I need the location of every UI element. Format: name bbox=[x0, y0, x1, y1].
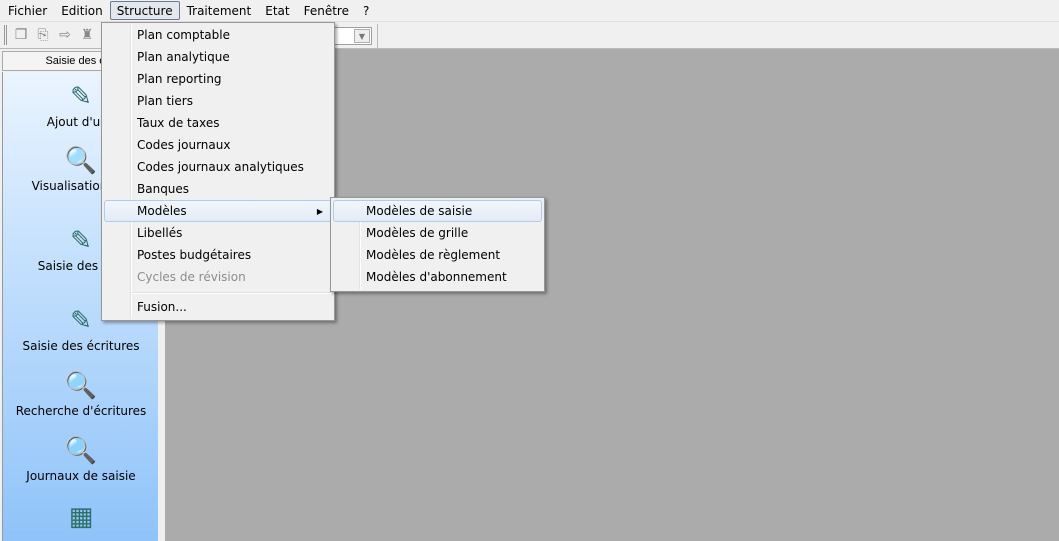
menu-traitement[interactable]: Traitement bbox=[180, 1, 259, 20]
book-pencil-icon: ✎ bbox=[70, 82, 92, 112]
modeles-submenu: Modèles de saisie Modèles de grille Modè… bbox=[330, 197, 545, 292]
menu-item-plan-analytique[interactable]: Plan analytique bbox=[104, 46, 332, 68]
menu-item-banques[interactable]: Banques bbox=[104, 178, 332, 200]
book-magnifier-icon: 🔍 bbox=[64, 146, 98, 176]
submenu-item-modeles-reglement[interactable]: Modèles de règlement bbox=[333, 244, 542, 266]
chevron-down-icon[interactable]: ▼ bbox=[354, 29, 370, 43]
toolbar-grip[interactable] bbox=[4, 25, 7, 45]
menu-help[interactable]: ? bbox=[356, 1, 376, 20]
menu-bar: Fichier Edition Structure Traitement Eta… bbox=[0, 0, 1059, 22]
export-icon[interactable]: ⇨ bbox=[57, 27, 73, 43]
copy-icon[interactable]: ❐ bbox=[13, 27, 29, 43]
menu-item-cycles-revision: Cycles de révision bbox=[137, 270, 246, 284]
menu-item-plan-comptable[interactable]: Plan comptable bbox=[104, 24, 332, 46]
submenu-item-modeles-saisie[interactable]: Modèles de saisie bbox=[333, 200, 542, 222]
book-pencil-icon: ✎ bbox=[70, 226, 92, 256]
submenu-item-modeles-abonnement[interactable]: Modèles d'abonnement bbox=[333, 266, 542, 288]
toolbar-divider bbox=[377, 24, 378, 48]
menu-item-taux-taxes[interactable]: Taux de taxes bbox=[104, 112, 332, 134]
magnifier-icon: 🔍 bbox=[64, 371, 98, 401]
menu-item-codes-journaux[interactable]: Codes journaux bbox=[104, 134, 332, 156]
paste-icon[interactable]: ⎘ bbox=[35, 27, 51, 43]
book-pencil-icon: ✎ bbox=[70, 306, 92, 336]
structure-menu: Plan comptable Plan analytique Plan repo… bbox=[101, 22, 335, 321]
sidebar-item-journaux[interactable]: 🔍 Journaux de saisie bbox=[3, 436, 159, 483]
menu-fichier[interactable]: Fichier bbox=[1, 1, 54, 20]
sidebar-item-label: Journaux de saisie bbox=[26, 469, 136, 483]
menu-separator bbox=[132, 292, 332, 294]
menu-item-codes-journaux-analytiques[interactable]: Codes journaux analytiques bbox=[104, 156, 332, 178]
delete-icon[interactable]: ♜ bbox=[79, 27, 95, 43]
calculator-icon: ▦ bbox=[68, 502, 94, 532]
toolbar-combo[interactable]: ▼ bbox=[330, 27, 372, 45]
menu-fenetre[interactable]: Fenêtre bbox=[297, 1, 356, 20]
submenu-item-modeles-grille[interactable]: Modèles de grille bbox=[333, 222, 542, 244]
sidebar-item-recherche[interactable]: 🔍 Recherche d'écritures bbox=[3, 371, 159, 418]
menu-item-plan-reporting[interactable]: Plan reporting bbox=[104, 68, 332, 90]
menu-item-fusion[interactable]: Fusion... bbox=[104, 296, 332, 318]
menu-structure[interactable]: Structure bbox=[109, 1, 180, 20]
journal-magnifier-icon: 🔍 bbox=[64, 436, 98, 466]
sidebar-item-calculator[interactable]: ▦ bbox=[3, 502, 159, 532]
menu-item-plan-tiers[interactable]: Plan tiers bbox=[104, 90, 332, 112]
menu-item-modeles[interactable]: Modèles ▶ bbox=[104, 200, 332, 222]
menu-etat[interactable]: Etat bbox=[258, 1, 296, 20]
menu-item-libelles[interactable]: Libellés bbox=[104, 222, 332, 244]
menu-item-postes-budgetaires[interactable]: Postes budgétaires bbox=[104, 244, 332, 266]
menu-edition[interactable]: Edition bbox=[54, 1, 110, 20]
menu-item-label: Modèles bbox=[137, 204, 187, 218]
sidebar-item-label: Recherche d'écritures bbox=[15, 404, 147, 418]
submenu-arrow-icon: ▶ bbox=[316, 207, 323, 216]
sidebar-item-label: Saisie des écritures bbox=[22, 339, 140, 353]
